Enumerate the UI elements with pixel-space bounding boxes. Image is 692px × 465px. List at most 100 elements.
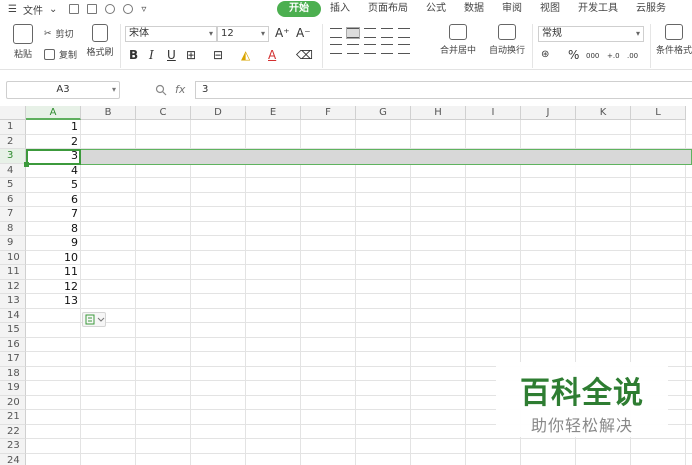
row-header-14[interactable]: 14 xyxy=(0,308,26,323)
decrease-font-icon[interactable]: A⁻ xyxy=(296,26,311,40)
wrap-text-button[interactable]: 自动换行 xyxy=(487,18,527,56)
row-header-13[interactable]: 13 xyxy=(0,294,26,309)
cell-a11[interactable]: 11 xyxy=(26,265,80,280)
distributed-icon[interactable] xyxy=(398,44,410,54)
print-icon[interactable] xyxy=(87,3,98,14)
row-header-6[interactable]: 6 xyxy=(0,192,26,207)
row-header-12[interactable]: 12 xyxy=(0,279,26,294)
row-header-11[interactable]: 11 xyxy=(0,265,26,280)
column-header-j[interactable]: J xyxy=(521,106,576,120)
row-header-18[interactable]: 18 xyxy=(0,366,26,381)
row-header-21[interactable]: 21 xyxy=(0,410,26,425)
align-top-icon[interactable] xyxy=(330,28,342,38)
row-header-19[interactable]: 19 xyxy=(0,381,26,396)
align-left-icon[interactable] xyxy=(330,44,342,54)
formula-input[interactable]: 3 xyxy=(195,81,692,99)
conditional-format-button[interactable]: 条件格式 xyxy=(654,18,692,56)
currency-icon[interactable]: ⊛ xyxy=(541,48,549,62)
row-header-24[interactable]: 24 xyxy=(0,453,26,465)
tab-view[interactable]: 视图 xyxy=(531,1,569,17)
hamburger-menu-icon[interactable]: ☰ xyxy=(8,4,17,15)
row-header-22[interactable]: 22 xyxy=(0,424,26,439)
row-header-10[interactable]: 10 xyxy=(0,250,26,265)
format-painter-button[interactable]: 格式刷 xyxy=(83,18,117,58)
row-header-2[interactable]: 2 xyxy=(0,134,26,149)
cell-a6[interactable]: 6 xyxy=(26,193,80,208)
paste-button[interactable]: 粘贴 xyxy=(6,18,40,60)
increase-font-icon[interactable]: A⁺ xyxy=(275,26,290,40)
select-all-corner[interactable] xyxy=(0,106,26,120)
save-icon[interactable] xyxy=(69,3,80,14)
column-header-l[interactable]: L xyxy=(631,106,686,120)
column-header-k[interactable]: K xyxy=(576,106,631,120)
decrease-decimal-button[interactable]: .00 xyxy=(627,49,638,63)
tab-data[interactable]: 数据 xyxy=(455,1,493,17)
file-menu[interactable]: 文件 xyxy=(23,2,43,17)
border-icon[interactable]: ⊞ xyxy=(186,48,196,62)
row-header-7[interactable]: 7 xyxy=(0,207,26,222)
row-header-1[interactable]: 1 xyxy=(0,120,26,135)
cell-a10[interactable]: 10 xyxy=(26,251,80,266)
column-header-g[interactable]: G xyxy=(356,106,411,120)
cell-a5[interactable]: 5 xyxy=(26,178,80,193)
cell-a9[interactable]: 9 xyxy=(26,236,80,251)
column-header-c[interactable]: C xyxy=(136,106,191,120)
cell-a4[interactable]: 4 xyxy=(26,164,80,179)
row-header-5[interactable]: 5 xyxy=(0,178,26,193)
font-name-select[interactable]: 宋体 ▾ xyxy=(125,26,217,42)
cell-a13[interactable]: 13 xyxy=(26,294,80,309)
row-header-4[interactable]: 4 xyxy=(0,163,26,178)
column-header-f[interactable]: F xyxy=(301,106,356,120)
cell-a7[interactable]: 7 xyxy=(26,207,80,222)
font-size-select[interactable]: 12 ▾ xyxy=(217,26,269,42)
paste-options-button[interactable] xyxy=(82,311,106,327)
align-middle-icon[interactable] xyxy=(346,27,360,39)
increase-decimal-button[interactable]: +.0 xyxy=(607,49,620,63)
justify-icon[interactable] xyxy=(381,44,393,54)
align-right-icon[interactable] xyxy=(364,44,376,54)
row-header-16[interactable]: 16 xyxy=(0,337,26,352)
row-header-8[interactable]: 8 xyxy=(0,221,26,236)
align-bottom-icon[interactable] xyxy=(364,28,376,38)
row-header-9[interactable]: 9 xyxy=(0,236,26,251)
cell-style-icon[interactable]: ⊟ xyxy=(213,48,223,62)
row-header-17[interactable]: 17 xyxy=(0,352,26,367)
bold-button[interactable]: B xyxy=(129,48,138,62)
indent-icon[interactable] xyxy=(398,28,410,38)
tab-formulas[interactable]: 公式 xyxy=(417,1,455,17)
function-icon[interactable]: fx xyxy=(175,83,185,96)
tab-home[interactable]: 开始 xyxy=(277,1,321,17)
cut-button[interactable]: ✂ 剪切 xyxy=(44,27,74,41)
row-header-23[interactable]: 23 xyxy=(0,439,26,454)
cell-a3[interactable]: 3 xyxy=(26,149,80,164)
column-header-b[interactable]: B xyxy=(81,106,136,120)
row-header-20[interactable]: 20 xyxy=(0,395,26,410)
clear-format-icon[interactable]: ⌫ xyxy=(296,48,313,62)
column-header-e[interactable]: E xyxy=(246,106,301,120)
copy-button[interactable]: 复制 xyxy=(44,48,77,61)
customize-toolbar-icon[interactable]: ▿ xyxy=(141,4,146,15)
row-header-15[interactable]: 15 xyxy=(0,323,26,338)
cell-a2[interactable]: 2 xyxy=(26,135,80,150)
cell-a12[interactable]: 12 xyxy=(26,280,80,295)
thousands-button[interactable]: 000 xyxy=(586,49,599,63)
fill-color-icon[interactable]: ◭ xyxy=(241,48,250,62)
redo-icon[interactable] xyxy=(123,3,134,14)
column-header-d[interactable]: D xyxy=(191,106,246,120)
cell-a8[interactable]: 8 xyxy=(26,222,80,237)
name-box[interactable]: A3 ▾ xyxy=(6,81,120,99)
number-format-select[interactable]: 常规 ▾ xyxy=(538,26,644,42)
align-center-icon[interactable] xyxy=(347,44,359,54)
merge-center-button[interactable]: 合并居中 xyxy=(434,18,482,56)
tab-developer[interactable]: 开发工具 xyxy=(569,1,627,17)
row-header-3[interactable]: 3 xyxy=(0,149,26,164)
tab-page-layout[interactable]: 页面布局 xyxy=(359,1,417,17)
italic-button[interactable]: I xyxy=(149,48,154,62)
chevron-down-icon[interactable]: ⌄ xyxy=(49,4,57,15)
tab-review[interactable]: 审阅 xyxy=(493,1,531,17)
underline-button[interactable]: U xyxy=(167,48,176,62)
column-header-i[interactable]: I xyxy=(466,106,521,120)
column-header-a[interactable]: A xyxy=(26,106,81,120)
cell-a1[interactable]: 1 xyxy=(26,120,80,135)
column-header-h[interactable]: H xyxy=(411,106,466,120)
